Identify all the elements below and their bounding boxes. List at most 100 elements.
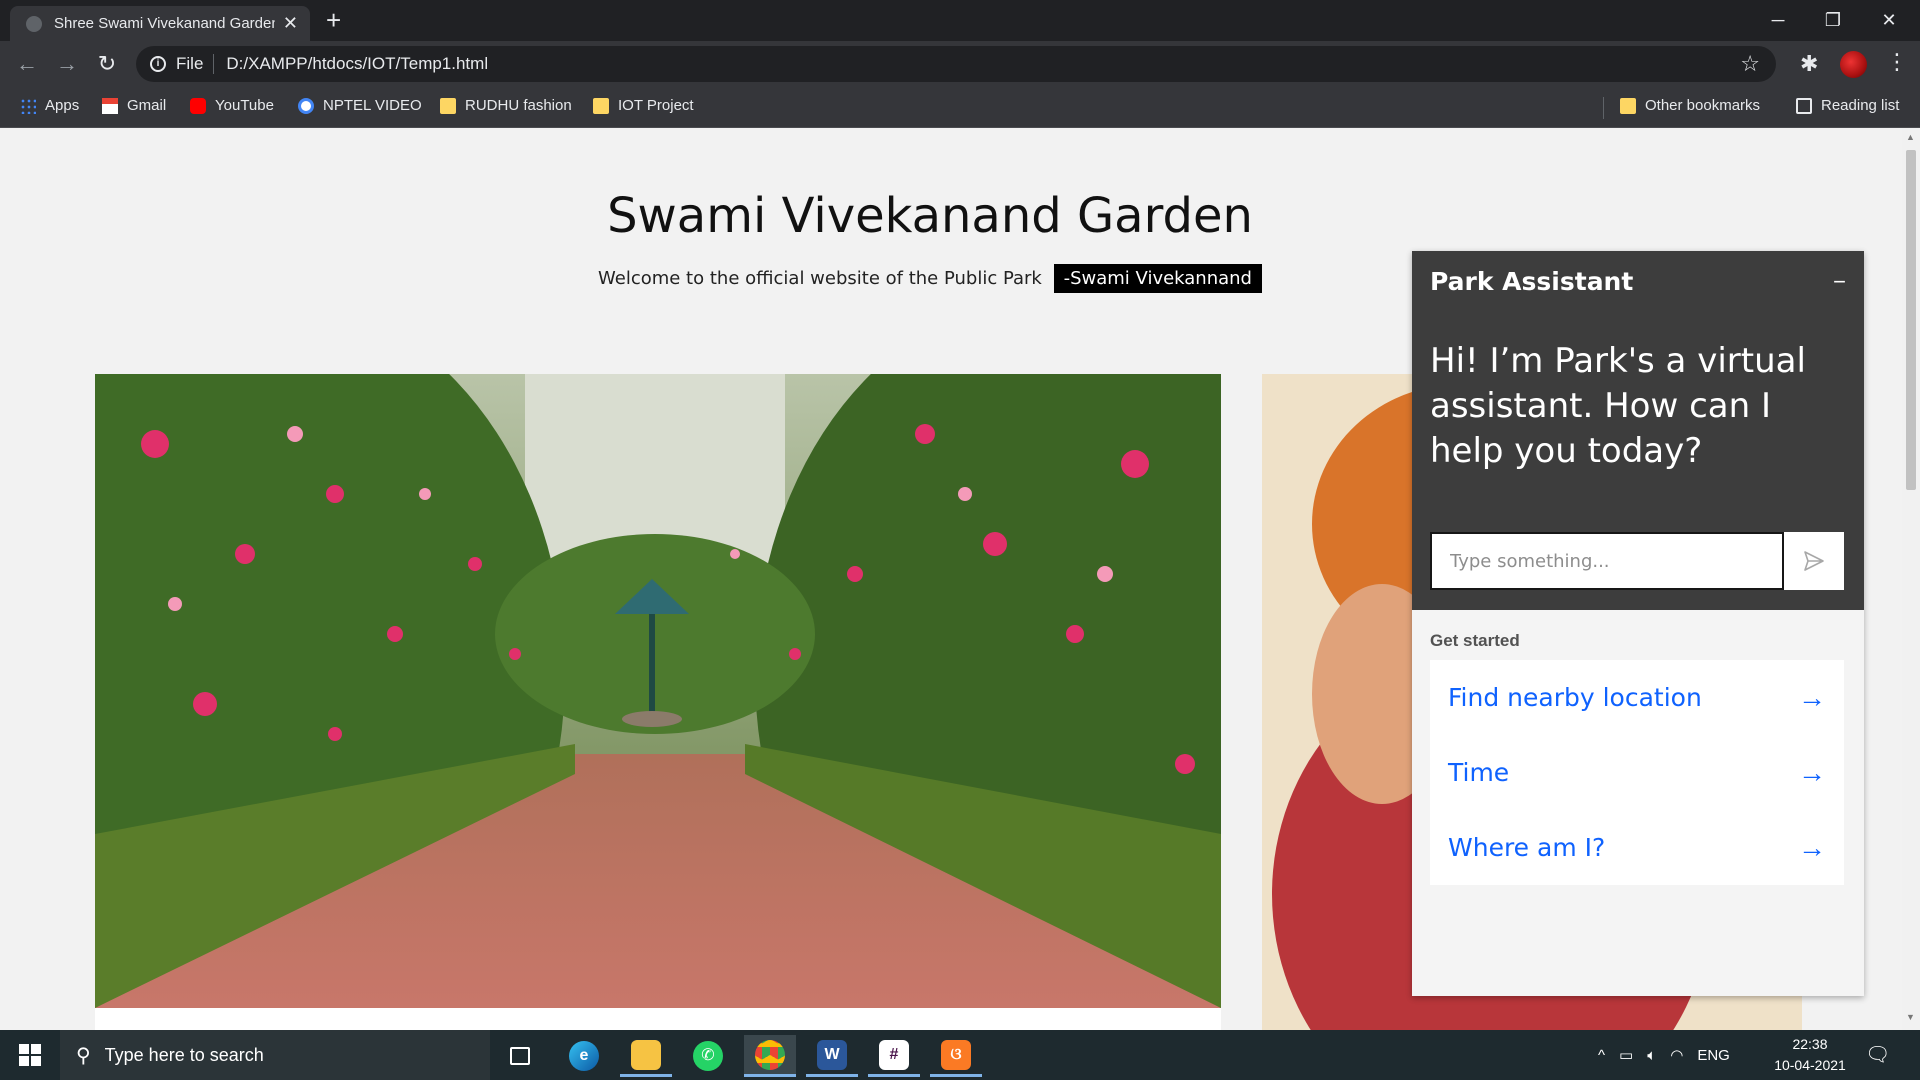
edge-icon: e — [569, 1041, 599, 1071]
arrow-right-icon: → — [1798, 756, 1826, 788]
taskbar-clock[interactable]: 22:38 10-04-2021 — [1770, 1034, 1850, 1076]
bookmarks-bar: Apps Gmail YouTube NPTEL VIDEO RUDHU fas… — [0, 87, 1920, 128]
taskbar-search-placeholder: Type here to search — [104, 1044, 264, 1065]
bookmark-youtube[interactable]: YouTube — [190, 97, 274, 114]
address-bar[interactable]: i File D:/XAMPP/htdocs/IOT/Temp1.html ☆ — [136, 46, 1776, 82]
task-view-button[interactable] — [494, 1035, 546, 1077]
scroll-up-icon[interactable]: ▲ — [1906, 132, 1915, 142]
file-explorer-icon — [631, 1039, 661, 1070]
chat-message-input[interactable] — [1430, 532, 1784, 590]
clock-date: 10-04-2021 — [1774, 1057, 1846, 1073]
scroll-down-icon[interactable]: ▼ — [1906, 1012, 1915, 1022]
folder-icon — [593, 97, 609, 114]
xampp-icon: ଓ — [941, 1039, 971, 1070]
send-button[interactable] — [1784, 532, 1844, 590]
browser-tab-strip: Shree Swami Vivekanand Garden ✕ + ─ ❐ ✕ — [0, 0, 1920, 41]
windows-taskbar: ⚲ Type here to search e ✆ W # ଓ ^ ▭ 🔈︎ ◠… — [0, 1030, 1920, 1080]
language-indicator[interactable]: ENG — [1697, 1047, 1730, 1064]
taskbar-chrome[interactable] — [744, 1035, 796, 1077]
profile-avatar[interactable] — [1840, 51, 1867, 78]
chat-input-area — [1430, 532, 1844, 590]
page-scrollbar[interactable]: ▲ ▼ — [1902, 128, 1920, 1030]
get-started-heading: Get started — [1430, 631, 1520, 650]
show-hidden-icons-chevron-icon[interactable]: ^ — [1598, 1047, 1605, 1064]
taskbar-word[interactable]: W — [806, 1035, 858, 1077]
url-text[interactable]: D:/XAMPP/htdocs/IOT/Temp1.html — [226, 54, 488, 74]
browser-menu-icon[interactable]: ⋮ — [1886, 49, 1908, 75]
taskbar-xampp[interactable]: ଓ — [930, 1035, 982, 1077]
option-find-nearby-location[interactable]: Find nearby location → — [1430, 660, 1844, 735]
battery-icon[interactable]: ▭ — [1619, 1046, 1633, 1064]
bookmark-star-icon[interactable]: ☆ — [1740, 51, 1760, 77]
scroll-thumb[interactable] — [1906, 150, 1916, 490]
bookmark-label: IOT Project — [618, 97, 694, 114]
park-assistant-chat: Park Assistant − Hi! I’m Park's a virtua… — [1412, 251, 1864, 996]
task-view-icon — [510, 1047, 530, 1065]
taskbar-slack[interactable]: # — [868, 1035, 920, 1077]
option-where-am-i[interactable]: Where am I? → — [1430, 810, 1844, 885]
minimize-window-button[interactable]: ─ — [1753, 4, 1803, 36]
reading-list-button[interactable]: Reading list — [1796, 97, 1899, 114]
bookmark-iot-project[interactable]: IOT Project — [593, 97, 694, 114]
folder-icon — [1620, 97, 1636, 114]
browser-tab[interactable]: Shree Swami Vivekanand Garden ✕ — [10, 6, 310, 41]
system-tray: ^ ▭ 🔈︎ ◠ ENG — [1598, 1030, 1744, 1080]
extensions-puzzle-icon[interactable]: ✱ — [1800, 51, 1818, 77]
file-scheme-label: File — [176, 54, 204, 73]
reading-list-icon — [1796, 97, 1812, 114]
globe-icon — [26, 15, 42, 32]
google-icon — [298, 97, 314, 114]
bookmark-label: Apps — [45, 97, 80, 114]
taskbar-file-explorer[interactable] — [620, 1035, 672, 1077]
folder-icon — [440, 97, 456, 114]
option-time[interactable]: Time → — [1430, 735, 1844, 810]
garden-path-image — [95, 374, 1221, 1008]
bookmark-label: NPTEL VIDEO — [323, 97, 422, 114]
wifi-icon[interactable]: ◠ — [1670, 1046, 1683, 1064]
bookmark-gmail[interactable]: Gmail — [102, 97, 166, 114]
bookmark-label: YouTube — [215, 97, 274, 114]
start-button[interactable] — [0, 1030, 60, 1080]
apps-grid-icon — [20, 97, 36, 114]
quote-badge: -Swami Vivekannand — [1053, 264, 1262, 293]
slack-icon: # — [879, 1039, 909, 1070]
option-label: Where am I? — [1448, 833, 1606, 862]
back-button[interactable]: ← — [12, 49, 42, 79]
chat-minimize-button[interactable]: − — [1833, 269, 1846, 295]
volume-icon[interactable]: 🔈︎ — [1647, 1047, 1656, 1064]
bookmark-label: RUDHU fashion — [465, 97, 572, 114]
windows-logo-icon — [19, 1044, 41, 1066]
youtube-icon — [190, 97, 206, 114]
gmail-icon — [102, 97, 118, 114]
bookmark-rudhu-fashion[interactable]: RUDHU fashion — [440, 97, 572, 114]
address-separator — [213, 54, 215, 74]
search-icon: ⚲ — [76, 1044, 91, 1067]
notifications-icon[interactable]: 🗨︎ — [1865, 1042, 1890, 1067]
taskbar-search[interactable]: ⚲ Type here to search — [60, 1030, 490, 1080]
garden-card — [95, 374, 1221, 1030]
taskbar-whatsapp[interactable]: ✆ — [682, 1035, 734, 1077]
bookmark-nptel-video[interactable]: NPTEL VIDEO — [298, 97, 422, 114]
reload-button[interactable]: ↻ — [92, 49, 122, 79]
taskbar-edge[interactable]: e — [558, 1035, 610, 1077]
bookmark-other[interactable]: Other bookmarks — [1620, 97, 1760, 114]
close-window-button[interactable]: ✕ — [1864, 4, 1914, 36]
forward-button[interactable]: → — [52, 49, 82, 79]
option-label: Time — [1448, 758, 1510, 787]
info-icon[interactable]: i — [150, 56, 166, 72]
garden-photo — [95, 374, 1221, 1008]
restore-window-button[interactable]: ❐ — [1808, 4, 1858, 36]
page-title: Swami Vivekanand Garden — [607, 188, 1253, 244]
clock-time: 22:38 — [1792, 1036, 1828, 1052]
bookmark-apps[interactable]: Apps — [20, 97, 79, 114]
chat-title: Park Assistant — [1430, 267, 1634, 296]
welcome-text: Welcome to the official website of the P… — [598, 268, 1042, 289]
arrow-right-icon: → — [1798, 831, 1826, 863]
browser-toolbar: ← → ↻ i File D:/XAMPP/htdocs/IOT/Temp1.h… — [0, 41, 1920, 87]
chat-header: Park Assistant − Hi! I’m Park's a virtua… — [1412, 251, 1864, 610]
word-icon: W — [817, 1039, 847, 1070]
tab-title: Shree Swami Vivekanand Garden — [54, 15, 275, 32]
arrow-right-icon: → — [1798, 681, 1826, 713]
new-tab-button[interactable]: + — [326, 6, 341, 34]
tab-close-icon[interactable]: ✕ — [283, 13, 298, 34]
